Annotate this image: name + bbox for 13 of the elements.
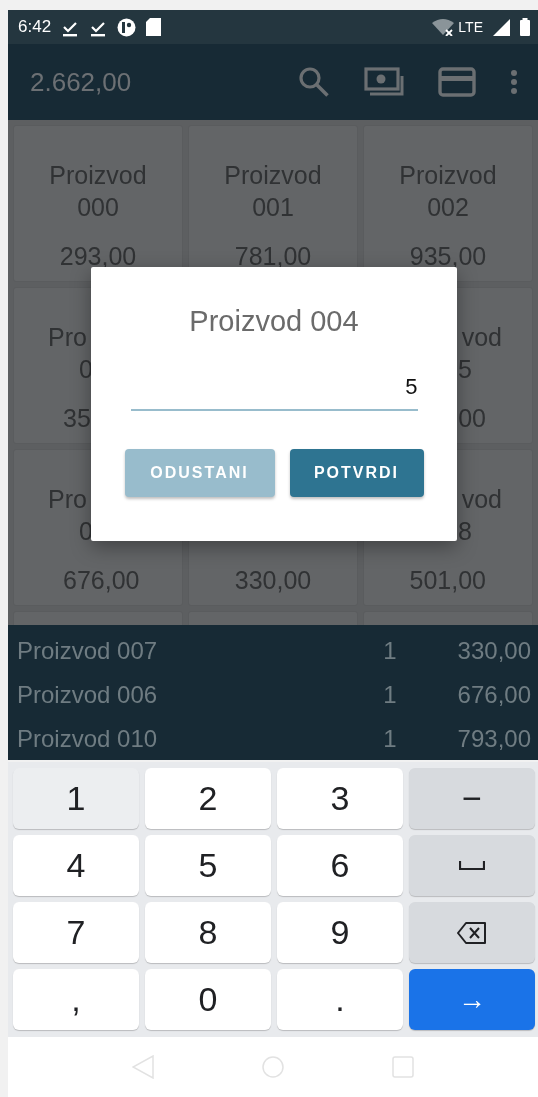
cart-item-name: Proizvod 007 bbox=[17, 637, 159, 665]
cart-item-name: Proizvod 010 bbox=[17, 725, 159, 753]
network-label: LTE bbox=[458, 19, 483, 35]
cart-item-amount: 793,00 bbox=[456, 725, 531, 753]
cart-item-amount: 330,00 bbox=[456, 637, 531, 665]
cart-item-quantity: 1 bbox=[382, 725, 398, 753]
cart-item-quantity: 1 bbox=[382, 637, 398, 665]
cart-item-name: Proizvod 006 bbox=[17, 681, 159, 709]
total-amount: 2.662,00 bbox=[30, 66, 133, 98]
status-time: 6:42 bbox=[18, 17, 52, 37]
cart-item-amount: 676,00 bbox=[456, 681, 531, 709]
cart-item-quantity: 1 bbox=[382, 681, 398, 709]
dialog-title: Proizvod 004 bbox=[189, 304, 359, 339]
